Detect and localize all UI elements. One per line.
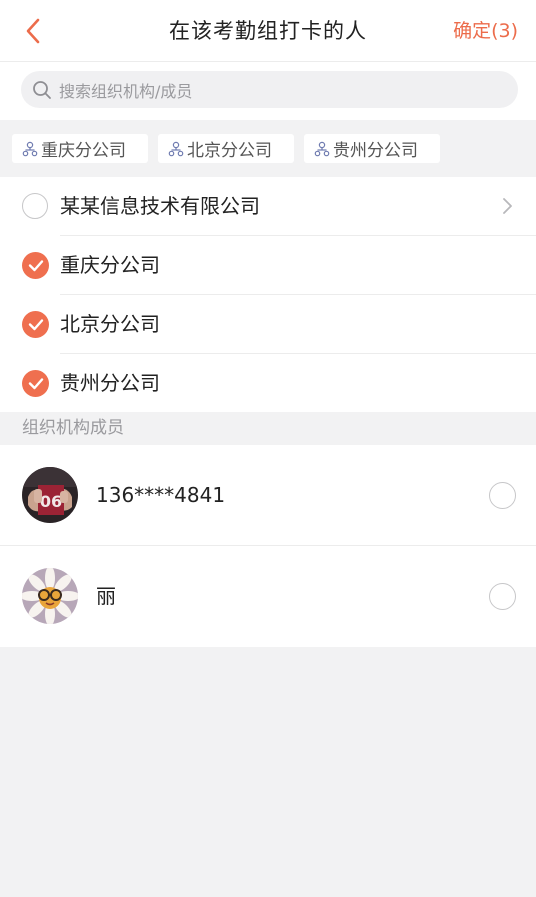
member-name: 丽: [96, 584, 116, 608]
checkmark-icon: [28, 260, 43, 272]
member-list: 06 136****4841 丽: [0, 445, 536, 647]
confirm-button[interactable]: 确定(3): [453, 0, 518, 62]
chip-selected-org[interactable]: 贵州分公司: [304, 134, 440, 163]
org-structure-icon: [314, 141, 330, 156]
org-row[interactable]: 北京分公司: [0, 295, 536, 354]
org-structure-icon: [22, 141, 38, 156]
chip-selected-org[interactable]: 重庆分公司: [12, 134, 148, 163]
chip-label: 贵州分公司: [333, 141, 418, 161]
checked-circle[interactable]: [22, 370, 49, 397]
svg-text:06: 06: [40, 492, 62, 511]
search-bar: 搜索组织机构/成员: [0, 62, 536, 120]
nav-bar: 在该考勤组打卡的人 确定(3): [0, 0, 536, 62]
org-row[interactable]: 贵州分公司: [0, 354, 536, 413]
unchecked-radio[interactable]: [22, 193, 48, 219]
chip-label: 北京分公司: [187, 141, 272, 161]
unchecked-radio[interactable]: [489, 482, 516, 509]
chevron-right-icon: [503, 198, 512, 214]
chip-selected-org[interactable]: 北京分公司: [158, 134, 294, 163]
checkmark-icon: [28, 378, 43, 390]
members-section-header: 组织机构成员: [0, 412, 536, 445]
member-row[interactable]: 06 136****4841: [0, 445, 536, 546]
avatar: 06: [22, 467, 78, 523]
org-label: 贵州分公司: [60, 371, 160, 395]
selected-chips: 重庆分公司 北京分公司 贵州分公司: [0, 120, 536, 177]
member-name: 136****4841: [96, 483, 226, 507]
org-label: 某某信息技术有限公司: [60, 194, 260, 218]
member-row[interactable]: 丽: [0, 546, 536, 647]
checkmark-icon: [28, 319, 43, 331]
org-label: 重庆分公司: [60, 253, 160, 277]
avatar: [22, 568, 78, 624]
chip-label: 重庆分公司: [41, 141, 126, 161]
search-icon: [31, 79, 53, 101]
org-row-company[interactable]: 某某信息技术有限公司: [0, 177, 536, 236]
checked-circle[interactable]: [22, 311, 49, 338]
search-placeholder: 搜索组织机构/成员: [59, 81, 193, 101]
search-input[interactable]: 搜索组织机构/成员: [21, 71, 518, 108]
unchecked-radio[interactable]: [489, 583, 516, 610]
org-list: 某某信息技术有限公司 重庆分公司 北京分公司 贵州分公司: [0, 177, 536, 413]
section-title: 组织机构成员: [22, 418, 124, 438]
org-structure-icon: [168, 141, 184, 156]
checked-circle[interactable]: [22, 252, 49, 279]
org-label: 北京分公司: [60, 312, 160, 336]
org-row[interactable]: 重庆分公司: [0, 236, 536, 295]
